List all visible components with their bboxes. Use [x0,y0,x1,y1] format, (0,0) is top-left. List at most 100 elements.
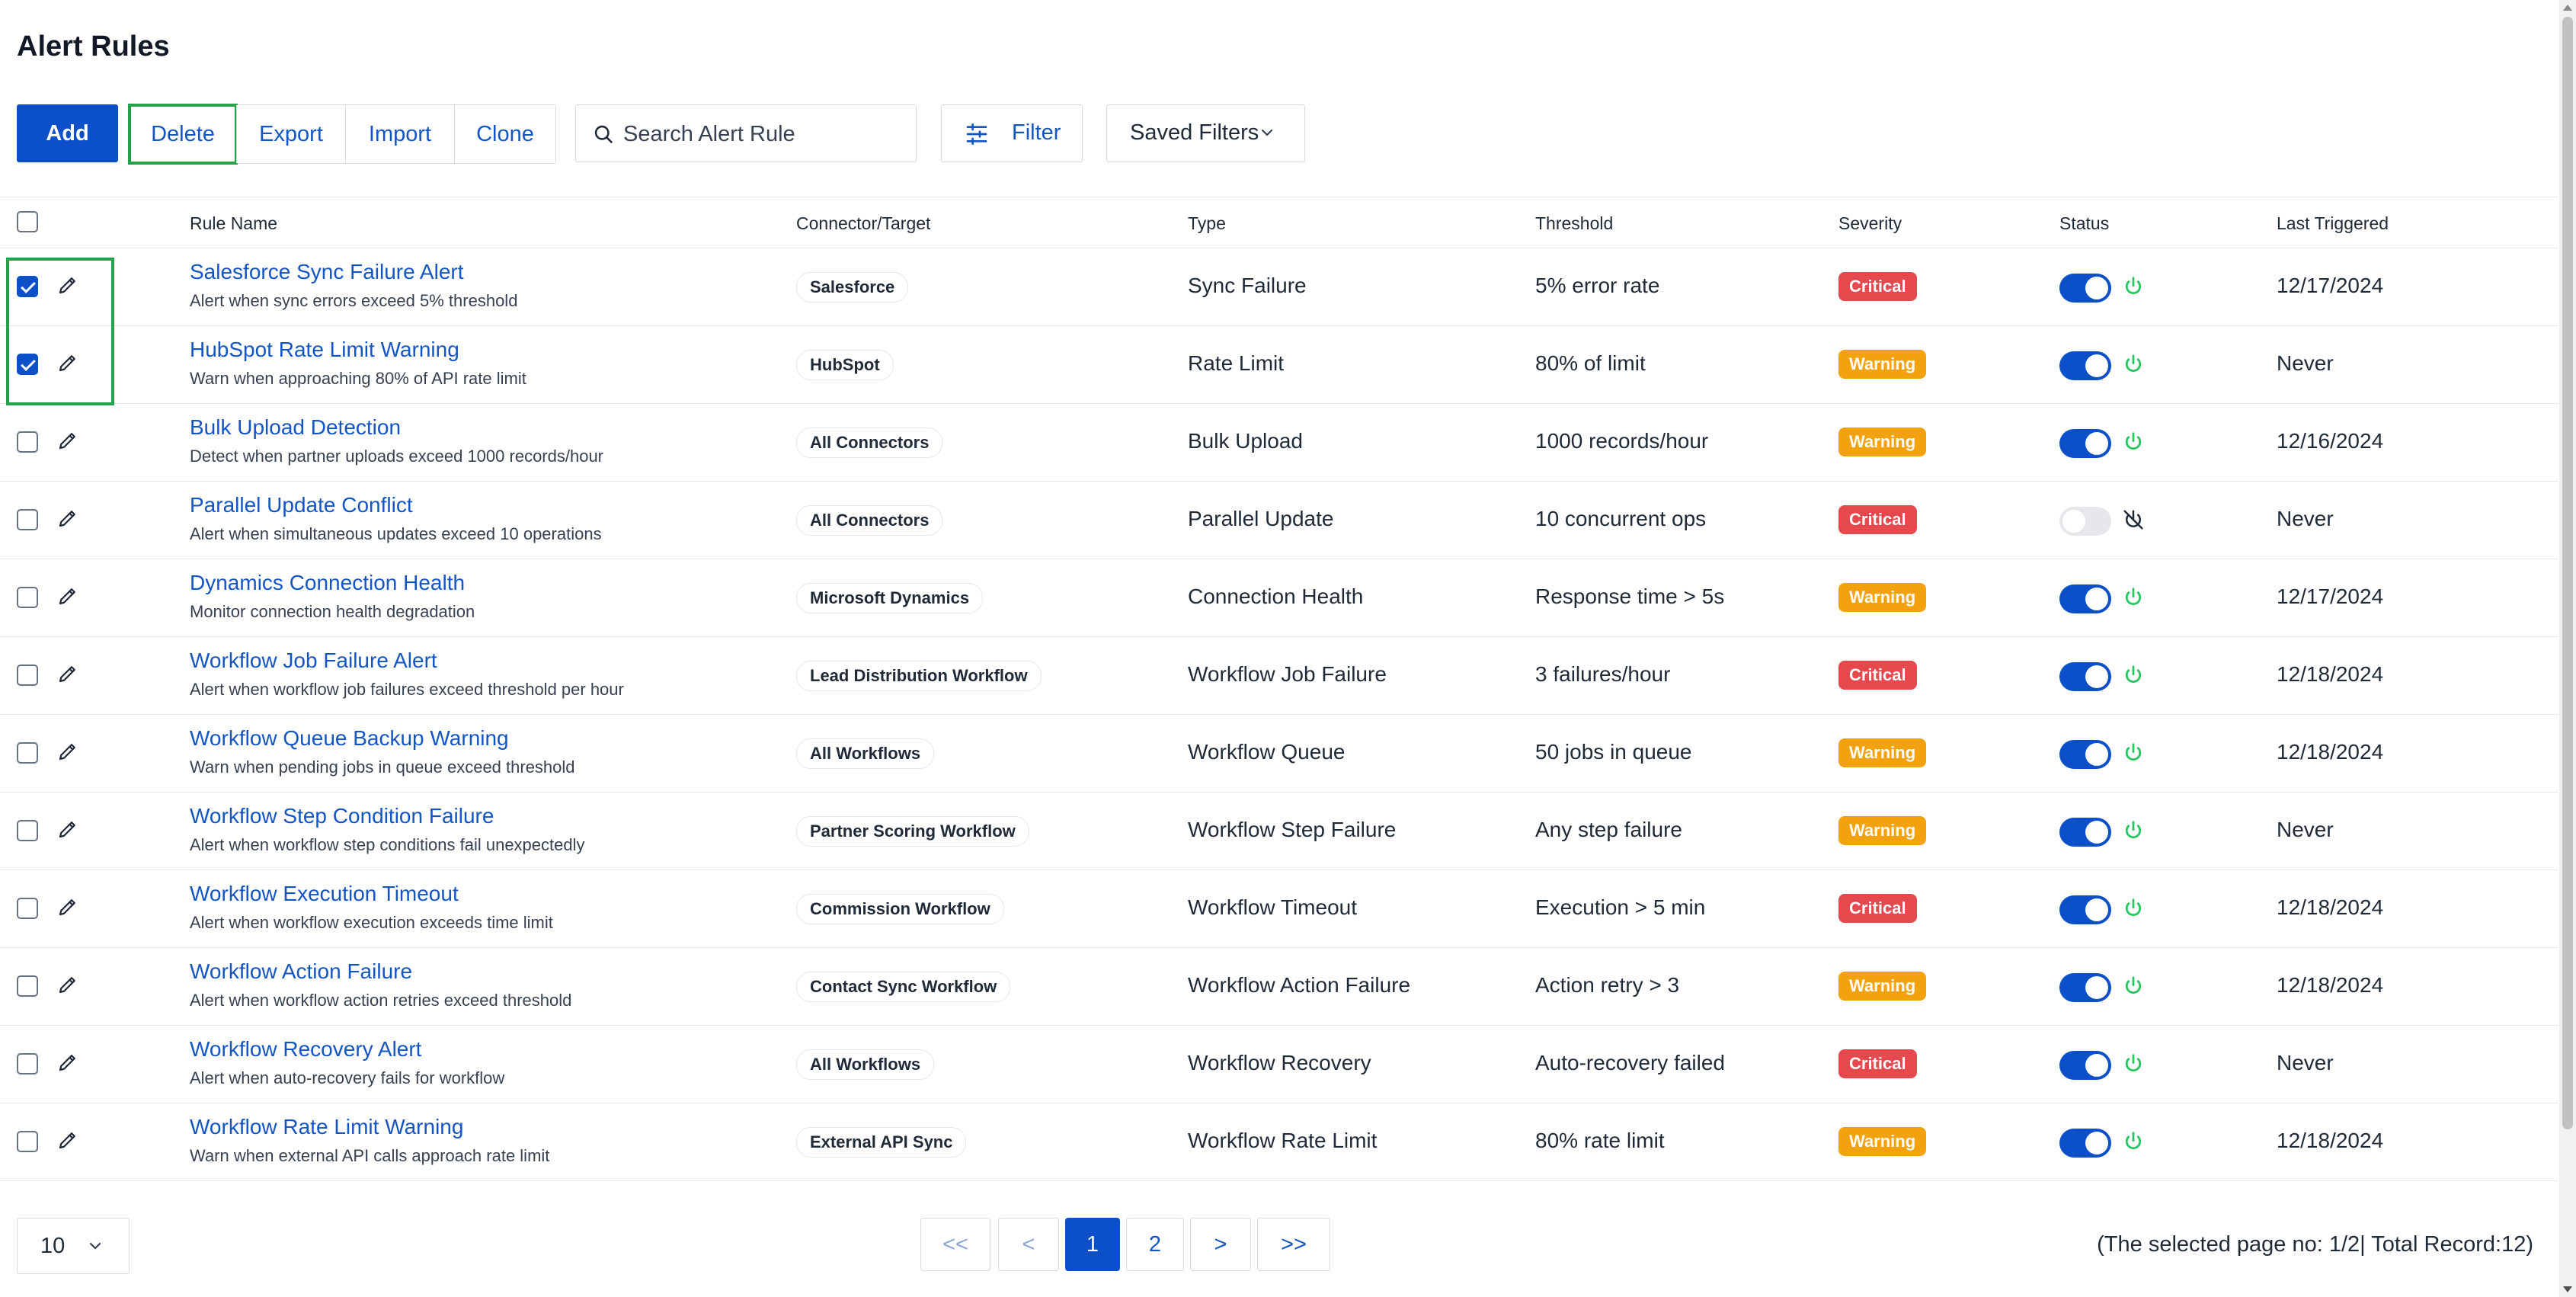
row-checkbox[interactable] [17,1053,38,1074]
rule-name-link[interactable]: Workflow Rate Limit Warning [190,1115,463,1139]
page-button-2[interactable]: 2 [1126,1218,1184,1271]
column-header-connector[interactable]: Connector/Target [796,213,930,234]
edit-pencil-icon[interactable] [56,973,79,1000]
clone-button[interactable]: Clone [454,105,555,163]
filter-label: Filter [1012,120,1061,145]
row-checkbox[interactable] [17,509,38,530]
add-button[interactable]: Add [17,104,118,162]
rule-name-link[interactable]: Workflow Recovery Alert [190,1037,421,1062]
table-row[interactable]: Workflow Rate Limit Warning Warn when ext… [0,1103,2558,1181]
table-row[interactable]: Dynamics Connection Health Monitor connec… [0,559,2558,637]
row-checkbox[interactable] [17,276,38,297]
row-checkbox[interactable] [17,665,38,686]
rule-threshold: 80% rate limit [1535,1129,1665,1152]
saved-filters-dropdown[interactable]: Saved Filters [1106,104,1305,162]
scroll-down-arrow-icon[interactable] [2563,1286,2572,1292]
status-toggle[interactable] [2059,584,2111,613]
column-header-last-triggered[interactable]: Last Triggered [2277,213,2389,234]
status-toggle[interactable] [2059,1129,2111,1158]
import-button[interactable]: Import [345,105,454,163]
status-toggle[interactable] [2059,895,2111,924]
filter-button[interactable]: Filter [941,104,1083,162]
status-toggle[interactable] [2059,740,2111,769]
page-size-select[interactable]: 10 [17,1218,130,1274]
row-checkbox[interactable] [17,898,38,919]
status-toggle[interactable] [2059,351,2111,380]
table-row[interactable]: Workflow Action Failure Alert when workfl… [0,947,2558,1026]
edit-pencil-icon[interactable] [56,274,79,300]
rule-name-link[interactable]: Workflow Execution Timeout [190,882,459,906]
rule-name-link[interactable]: Parallel Update Conflict [190,493,413,517]
edit-pencil-icon[interactable] [56,584,79,611]
last-triggered: 12/18/2024 [2277,1129,2384,1152]
table-row[interactable]: Workflow Job Failure Alert Alert when wor… [0,636,2558,715]
power-icon [2122,1052,2145,1079]
column-header-threshold[interactable]: Threshold [1535,213,1613,234]
scrollbar-thumb[interactable] [2562,17,2573,1129]
row-checkbox[interactable] [17,820,38,841]
row-checkbox[interactable] [17,354,38,375]
edit-pencil-icon[interactable] [56,1129,79,1155]
edit-pencil-icon[interactable] [56,740,79,767]
table-row[interactable]: HubSpot Rate Limit Warning Warn when appr… [0,325,2558,404]
row-checkbox[interactable] [17,1131,38,1152]
connector-chip: All Connectors [796,505,943,536]
column-header-status[interactable]: Status [2059,213,2109,234]
table-row[interactable]: Workflow Queue Backup Warning Warn when p… [0,714,2558,793]
column-header-type[interactable]: Type [1188,213,1226,234]
table-row[interactable]: Parallel Update Conflict Alert when simul… [0,481,2558,559]
column-header-rule-name[interactable]: Rule Name [190,213,277,234]
select-all-checkbox[interactable] [17,211,38,232]
rule-name-link[interactable]: Workflow Queue Backup Warning [190,726,509,751]
rule-name-link[interactable]: Workflow Action Failure [190,959,412,984]
delete-button[interactable]: Delete [128,104,238,165]
column-header-severity[interactable]: Severity [1838,213,1902,234]
export-button[interactable]: Export [236,105,345,163]
edit-pencil-icon[interactable] [56,1051,79,1078]
edit-pencil-icon[interactable] [56,507,79,533]
next-page-button[interactable]: > [1190,1218,1251,1271]
rule-name-link[interactable]: Bulk Upload Detection [190,415,401,440]
last-page-button[interactable]: >> [1257,1218,1330,1271]
first-page-button[interactable]: << [920,1218,990,1271]
row-checkbox[interactable] [17,587,38,608]
edit-pencil-icon[interactable] [56,429,79,456]
rule-name-link[interactable]: HubSpot Rate Limit Warning [190,338,459,362]
severity-badge: Warning [1838,428,1927,456]
connector-chip: All Workflows [796,1049,935,1080]
rule-threshold: 50 jobs in queue [1535,740,1692,764]
edit-pencil-icon[interactable] [56,351,79,378]
table-row[interactable]: Bulk Upload Detection Detect when partner… [0,403,2558,482]
status-toggle[interactable] [2059,973,2111,1002]
status-toggle[interactable] [2059,274,2111,303]
scroll-up-arrow-icon[interactable] [2563,5,2572,11]
status-toggle[interactable] [2059,507,2111,536]
power-icon [2122,975,2145,1001]
status-toggle[interactable] [2059,662,2111,691]
edit-pencil-icon[interactable] [56,662,79,689]
row-checkbox[interactable] [17,975,38,997]
rule-name-link[interactable]: Salesforce Sync Failure Alert [190,260,464,284]
row-checkbox[interactable] [17,431,38,453]
table-row[interactable]: Workflow Step Condition Failure Alert whe… [0,792,2558,870]
page-button-1[interactable]: 1 [1065,1218,1120,1271]
table-row[interactable]: Workflow Recovery Alert Alert when auto-r… [0,1025,2558,1103]
status-toggle[interactable] [2059,429,2111,458]
rule-name-link[interactable]: Dynamics Connection Health [190,571,465,595]
rule-name-link[interactable]: Workflow Job Failure Alert [190,648,437,673]
severity-badge: Critical [1838,272,1917,301]
rule-description: Alert when auto-recovery fails for workf… [190,1068,505,1087]
search-input[interactable] [622,116,907,152]
status-toggle[interactable] [2059,818,2111,847]
edit-pencil-icon[interactable] [56,895,79,922]
status-toggle[interactable] [2059,1051,2111,1080]
severity-badge: Critical [1838,505,1917,534]
edit-pencil-icon[interactable] [56,818,79,844]
row-checkbox[interactable] [17,742,38,764]
prev-page-button[interactable]: < [998,1218,1059,1271]
rule-name-link[interactable]: Workflow Step Condition Failure [190,804,494,828]
table-row[interactable]: Salesforce Sync Failure Alert Alert when … [0,248,2558,326]
power-icon [2122,819,2145,846]
vertical-scrollbar[interactable] [2559,0,2576,1297]
table-row[interactable]: Workflow Execution Timeout Alert when wor… [0,869,2558,948]
